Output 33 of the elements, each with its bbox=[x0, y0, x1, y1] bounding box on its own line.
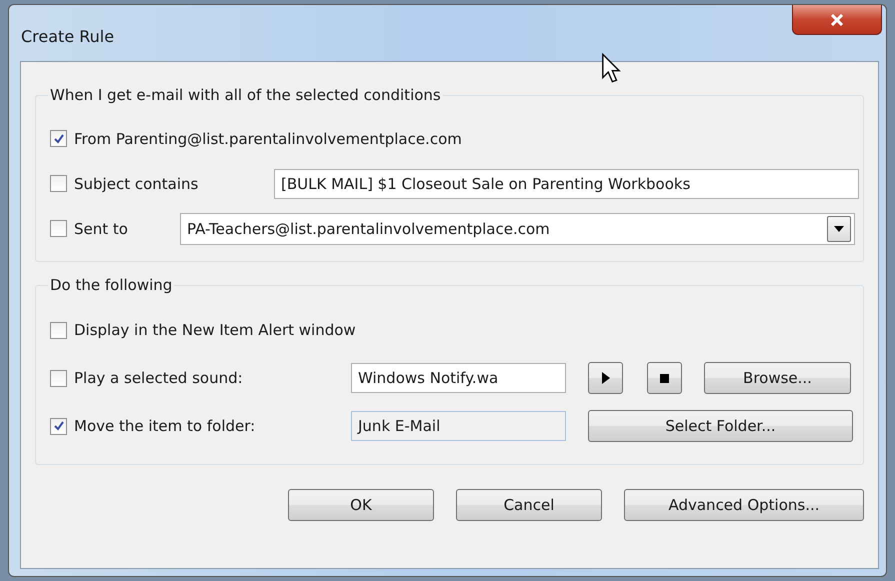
recipient-dropdown[interactable]: PA-Teachers@list.parentalinvolvementplace.com bbox=[180, 212, 855, 244]
play-icon bbox=[602, 372, 610, 384]
folder-field[interactable]: Junk E-Mail bbox=[351, 411, 566, 441]
checkbox-label: Play a selected sound: bbox=[74, 369, 244, 387]
select-folder-button[interactable]: Select Folder... bbox=[588, 410, 853, 442]
sound-field[interactable]: Windows Notify.wa bbox=[351, 363, 566, 393]
close-button[interactable] bbox=[792, 5, 882, 35]
browse-button[interactable]: Browse... bbox=[704, 362, 851, 394]
checkbox[interactable] bbox=[50, 370, 67, 386]
stop-icon bbox=[660, 374, 669, 382]
checkbox[interactable] bbox=[50, 220, 67, 237]
checkbox[interactable] bbox=[50, 418, 67, 434]
dialog-button[interactable]: OK bbox=[288, 489, 434, 521]
checkbox-label: Subject contains bbox=[74, 174, 200, 192]
subject-field[interactable]: [BULK MAIL] $1 Closeout Sale on Parenting Workbooks bbox=[274, 168, 859, 198]
dialog-button[interactable]: Cancel bbox=[456, 489, 602, 521]
checkbox-label: From Parenting@list.parentalinvolvementplace.com bbox=[74, 130, 462, 148]
checkbox[interactable] bbox=[50, 130, 67, 147]
checkbox-label: Sent to bbox=[74, 220, 129, 238]
group-title: Do the following bbox=[49, 276, 174, 294]
mouse-pointer-icon bbox=[601, 53, 621, 83]
checkbox-label: Display in the New Item Alert window bbox=[74, 321, 356, 339]
dialog-button[interactable]: Advanced Options... bbox=[624, 489, 864, 521]
play-button[interactable] bbox=[588, 362, 623, 394]
checkbox-label: Move the item to folder: bbox=[74, 417, 256, 435]
stop-button[interactable] bbox=[647, 362, 682, 394]
group-title: When I get e-mail with all of the selected conditions bbox=[49, 86, 442, 104]
close-icon bbox=[830, 14, 844, 26]
checkmark-icon bbox=[52, 132, 64, 144]
window-title: Create Rule bbox=[21, 26, 114, 46]
checkbox[interactable] bbox=[50, 322, 67, 338]
checkmark-icon bbox=[52, 420, 64, 432]
checkbox[interactable] bbox=[50, 175, 67, 192]
